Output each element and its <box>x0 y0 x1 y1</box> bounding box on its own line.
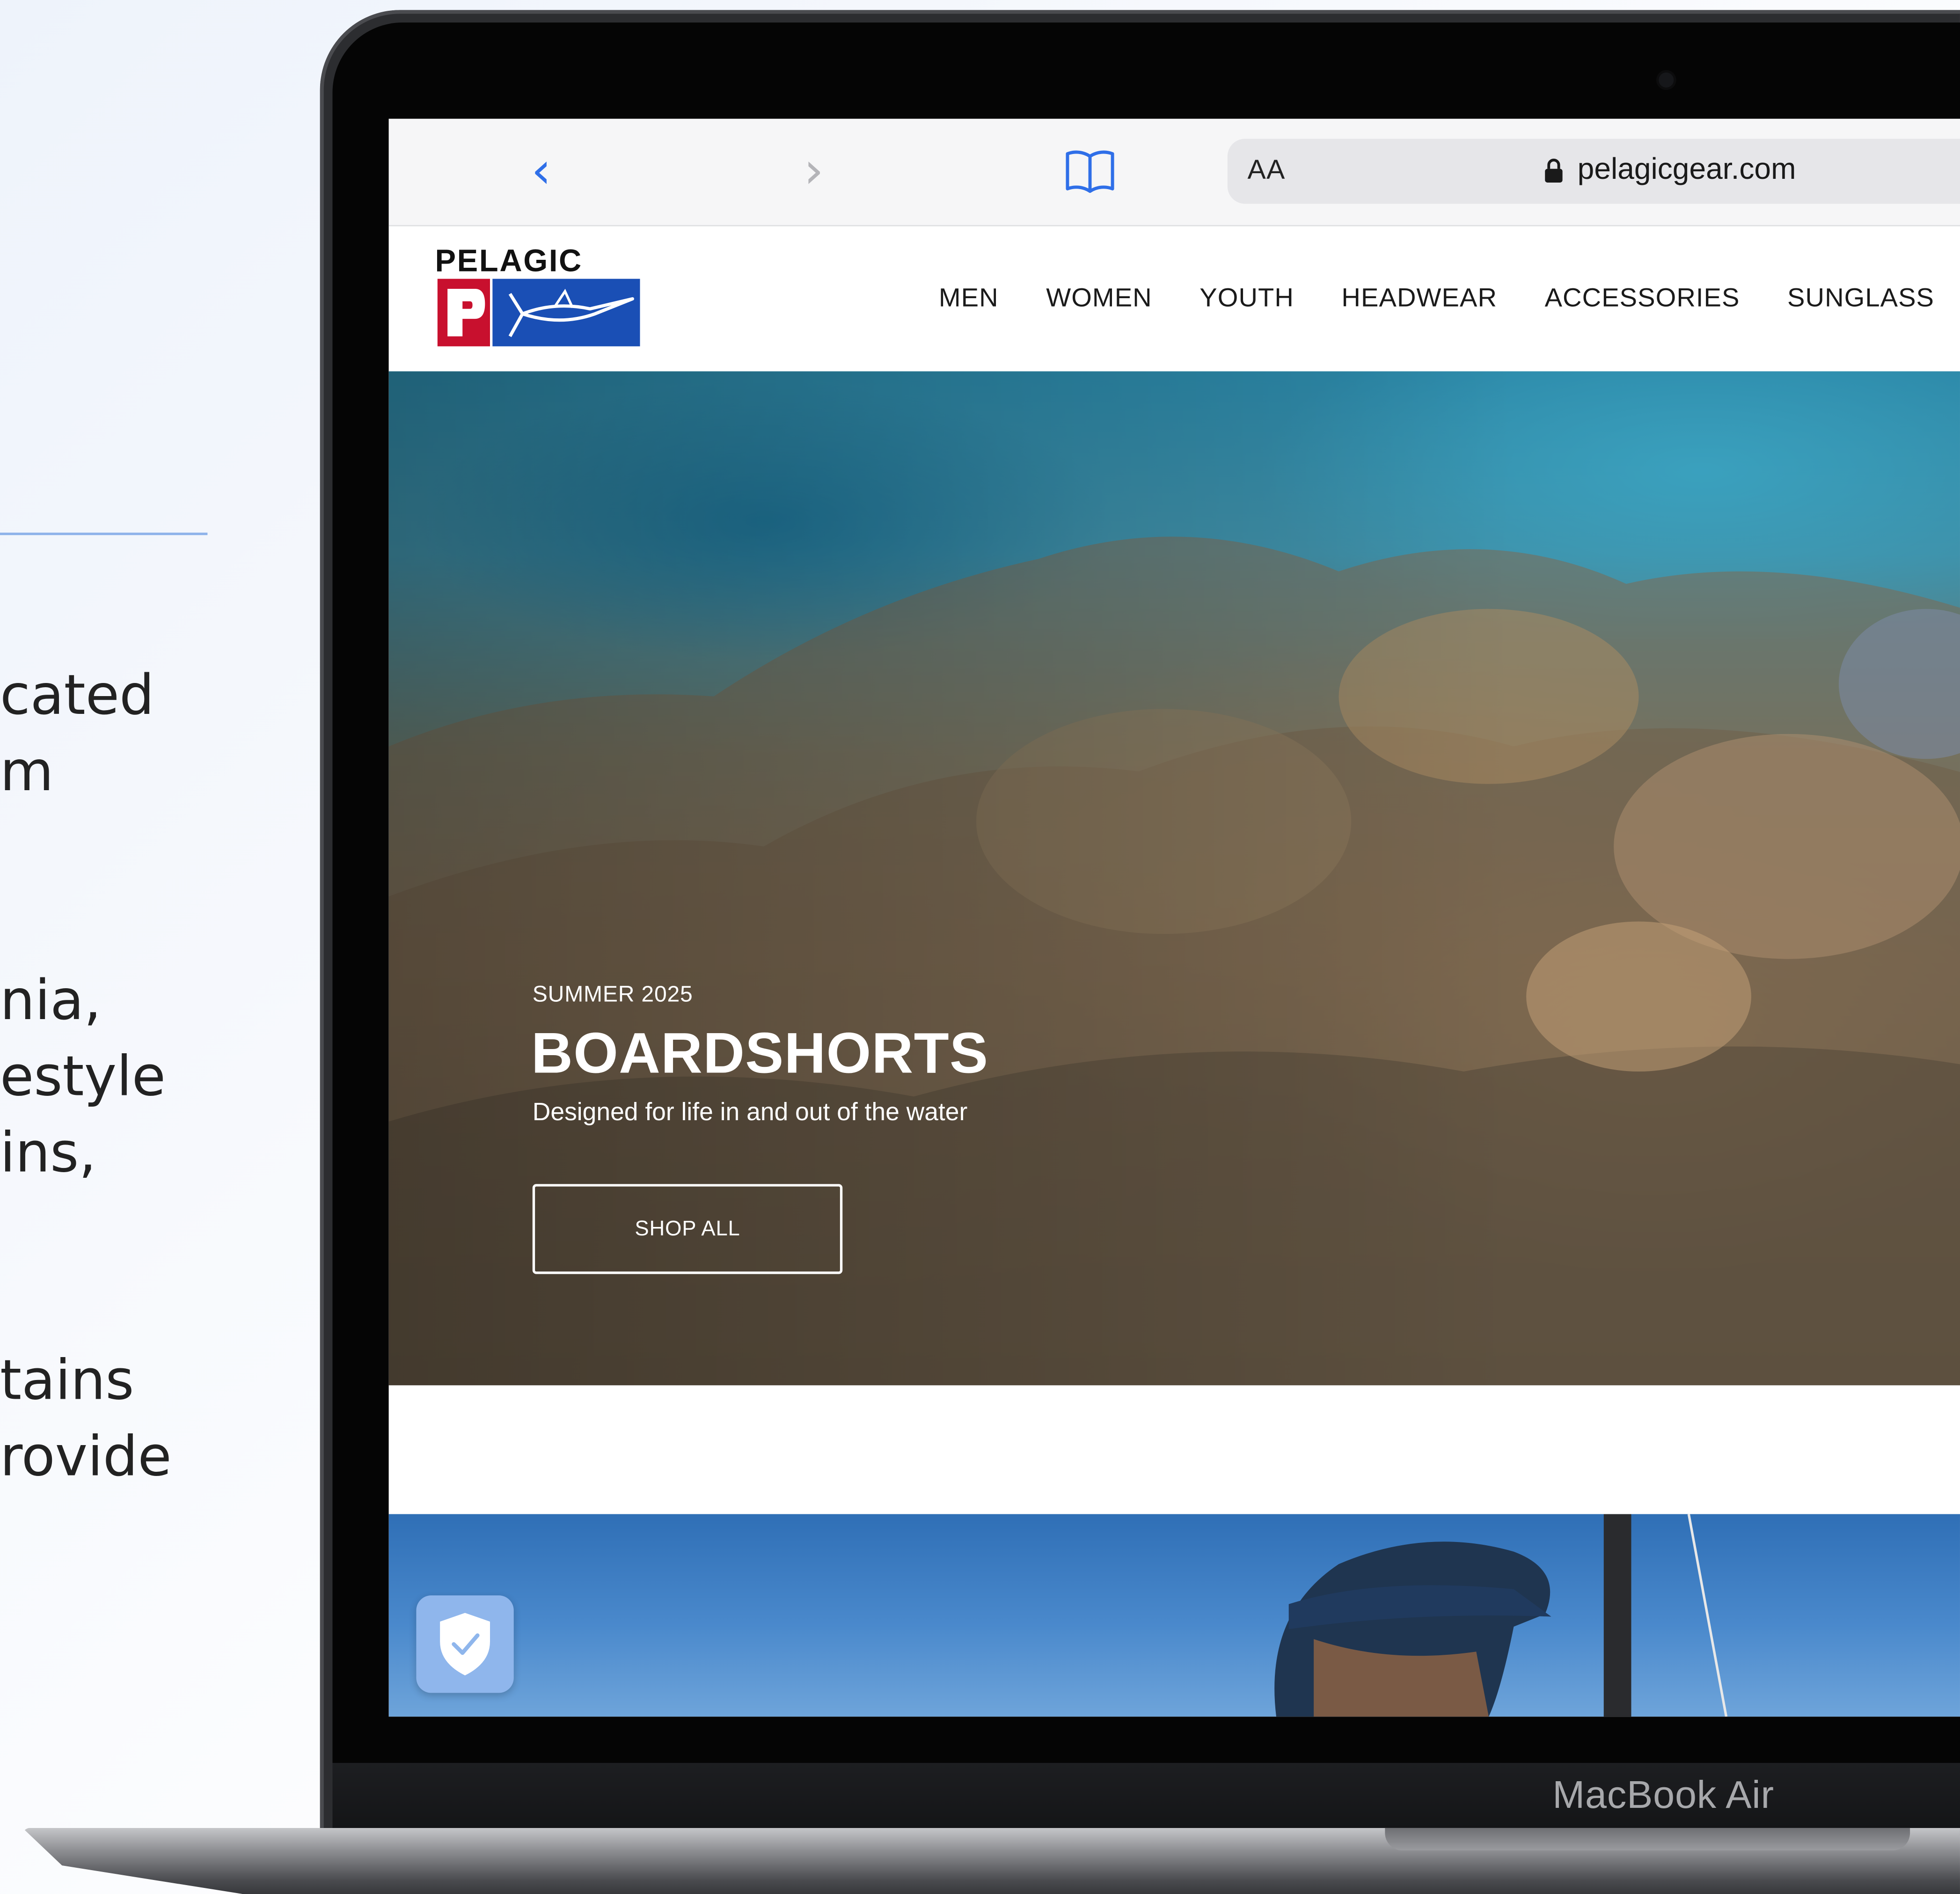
nav-women[interactable]: WOMEN <box>1046 284 1152 314</box>
page: cated m nia, estyle ins, tains rovide Ma… <box>0 0 1960 1894</box>
side-text-line: cated <box>0 664 154 728</box>
side-text-line: ins, <box>0 1121 96 1186</box>
forward-chevron-icon[interactable]: › <box>804 144 824 199</box>
privacy-shield-button[interactable] <box>416 1595 514 1693</box>
side-text-line: m <box>0 740 54 804</box>
shield-check-icon <box>440 1613 490 1676</box>
hero-banner: SUMMER 2025 BOARDSHORTS Designed for lif… <box>388 371 1960 1386</box>
text-size-button[interactable]: AA <box>1248 154 1286 186</box>
nav-youth[interactable]: YOUTH <box>1199 284 1294 314</box>
site-header: PELAGIC MEN WOMEN YOUTH HEADWEAR ACCESSO… <box>388 226 1960 372</box>
webcam-icon <box>1659 72 1674 88</box>
side-text-line: nia, <box>0 969 102 1033</box>
nav-accessories[interactable]: ACCESSORIES <box>1545 284 1740 314</box>
shop-all-button[interactable]: SHOP ALL <box>532 1184 843 1274</box>
browser-toolbar: ‹ › AA pelagicgear.com <box>388 118 1960 227</box>
lock-icon <box>1545 159 1563 183</box>
secondary-banner <box>388 1514 1960 1717</box>
divider-line <box>0 532 208 536</box>
side-text-line: tains <box>0 1349 134 1413</box>
svg-text:PELAGIC: PELAGIC <box>435 244 582 279</box>
nav-sunglasses[interactable]: SUNGLASS <box>1787 284 1934 314</box>
laptop-screen: ‹ › AA pelagicgear.com PELAGIC MEN WOMEN… <box>388 118 1960 1717</box>
side-text-line: rovide <box>0 1425 172 1490</box>
section-spacer <box>388 1385 1960 1514</box>
nav-men[interactable]: MEN <box>939 284 999 314</box>
url-text: pelagicgear.com <box>1577 152 1796 186</box>
angler-image <box>1274 1514 1728 1717</box>
back-chevron-icon[interactable]: ‹ <box>531 144 551 199</box>
hero-subtitle: Designed for life in and out of the wate… <box>532 1099 968 1127</box>
address-bar[interactable]: AA pelagicgear.com <box>1227 139 1960 204</box>
bookmarks-book-icon[interactable] <box>1064 149 1116 194</box>
laptop-base-notch <box>1385 1828 1910 1850</box>
nav-headwear[interactable]: HEADWEAR <box>1341 284 1497 314</box>
hero-kicker: SUMMER 2025 <box>532 981 693 1007</box>
side-text-line: estyle <box>0 1045 166 1109</box>
pelagic-logo[interactable]: PELAGIC <box>435 244 642 349</box>
hero-title: BOARDSHORTS <box>531 1020 989 1086</box>
main-nav: MEN WOMEN YOUTH HEADWEAR ACCESSORIES SUN… <box>939 284 1934 314</box>
device-label: MacBook Air <box>1552 1773 1774 1817</box>
